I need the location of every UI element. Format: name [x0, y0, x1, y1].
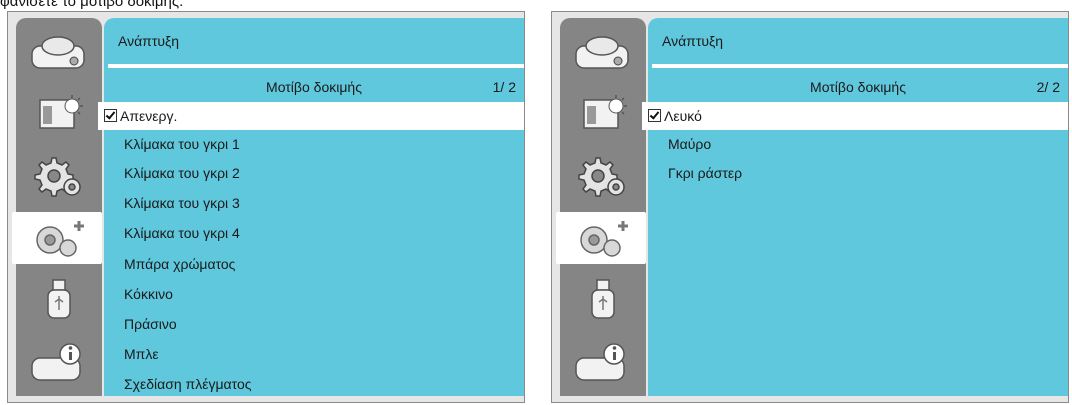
menu-item-off[interactable]: Απενεργ. — [98, 102, 524, 130]
submenu-title: Μοτίβο δοκιμής — [810, 79, 906, 95]
menu-item-grayscale-2[interactable]: Κλίμακα του γκρι 2 — [104, 159, 524, 187]
menu-item-black[interactable]: Μαύρο — [648, 130, 1068, 158]
menu-item-label: Απενεργ. — [120, 108, 178, 124]
checkbox-checked-icon — [648, 109, 661, 122]
picture-brightness-icon[interactable] — [16, 88, 102, 140]
menu-item-blue[interactable]: Μπλε — [104, 340, 524, 368]
menu-content: Ανάπτυξη Μοτίβο δοκιμής 2/ 2 Λευκό Μαύρο… — [642, 18, 1068, 396]
submenu-header: Μοτίβο δοκιμής 1/ 2 — [104, 74, 524, 100]
menu-item-grayscale-3[interactable]: Κλίμακα του γκρι 3 — [104, 189, 524, 217]
menu-item-grayscale-4[interactable]: Κλίμακα του γκρι 4 — [104, 219, 524, 247]
menu-item-green[interactable]: Πράσινο — [104, 310, 524, 338]
menu-item-gray-raster[interactable]: Γκρι ράστερ — [648, 159, 1068, 187]
menu-item-color-bar[interactable]: Μπάρα χρώματος — [104, 250, 524, 278]
menu-item-grid-pattern[interactable]: Σχεδίαση πλέγματος — [104, 370, 524, 398]
gear-settings-icon[interactable] — [560, 150, 646, 202]
menu-item-white[interactable]: Λευκό — [642, 102, 1068, 130]
usb-icon[interactable] — [16, 274, 102, 326]
sidebar-menu-icons — [12, 18, 102, 396]
menu-divider — [108, 64, 524, 68]
submenu-header: Μοτίβο δοκιμής 2/ 2 — [648, 74, 1068, 100]
picture-brightness-icon[interactable] — [560, 88, 646, 140]
usb-icon[interactable] — [560, 274, 646, 326]
checkbox-checked-icon — [104, 109, 117, 122]
projector-icon[interactable] — [16, 26, 102, 78]
menu-title: Ανάπτυξη — [118, 33, 180, 49]
gear-settings-icon[interactable] — [16, 150, 102, 202]
osd-panel-page-1: Ανάπτυξη Μοτίβο δοκιμής 1/ 2 Απενεργ. Κλ… — [7, 11, 525, 403]
menu-item-label: Λευκό — [664, 108, 702, 124]
page-indicator: 1/ 2 — [492, 79, 516, 95]
menu-title: Ανάπτυξη — [662, 33, 724, 49]
menu-content: Ανάπτυξη Μοτίβο δοκιμής 1/ 2 Απενεργ. Κλ… — [98, 18, 524, 398]
menu-divider — [652, 64, 1068, 68]
projector-icon[interactable] — [560, 26, 646, 78]
info-icon[interactable] — [560, 336, 646, 388]
advanced-gears-plus-icon[interactable] — [12, 212, 102, 264]
page-indicator: 2/ 2 — [1036, 79, 1060, 95]
sidebar-menu-icons — [556, 18, 646, 396]
osd-panel-page-2: Ανάπτυξη Μοτίβο δοκιμής 2/ 2 Λευκό Μαύρο… — [551, 11, 1069, 403]
menu-item-grayscale-1[interactable]: Κλίμακα του γκρι 1 — [104, 130, 524, 158]
menu-item-red[interactable]: Κόκκινο — [104, 280, 524, 308]
advanced-gears-plus-icon[interactable] — [556, 212, 646, 264]
info-icon[interactable] — [16, 336, 102, 388]
submenu-title: Μοτίβο δοκιμής — [266, 79, 362, 95]
